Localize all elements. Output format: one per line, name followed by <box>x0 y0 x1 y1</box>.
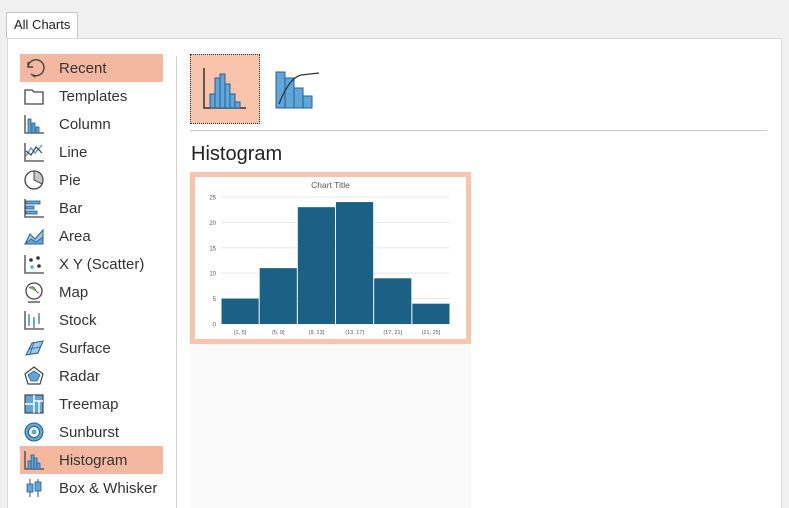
x-tick-label: (9, 13] <box>309 330 325 336</box>
chart-type-list: Recent Templates Column Line Pie Bar Area X Y (… <box>20 54 163 502</box>
sidebar-item-box-whisker[interactable]: Box & Whisker <box>20 474 163 502</box>
sidebar-item-surface[interactable]: Surface <box>20 334 163 362</box>
y-tick-label: 0 <box>213 323 217 329</box>
sidebar-item-bar[interactable]: Bar <box>20 194 163 222</box>
area-chart-icon <box>23 225 45 247</box>
sidebar-item-label: Radar <box>59 367 100 385</box>
column-chart-icon <box>23 113 45 135</box>
surface-chart-icon <box>23 337 45 359</box>
sidebar-item-area[interactable]: Area <box>20 222 163 250</box>
sidebar-item-label: Histogram <box>59 451 128 469</box>
stock-chart-icon <box>23 309 45 331</box>
tab-all-charts[interactable]: All Charts <box>6 12 79 38</box>
sidebar-item-label: Templates <box>59 87 128 105</box>
x-tick-label: (5, 9] <box>272 330 285 336</box>
bar-chart-icon <box>23 197 45 219</box>
horizontal-divider <box>190 130 767 131</box>
sidebar-item-label: Treemap <box>59 395 119 413</box>
recent-icon <box>23 57 45 79</box>
sidebar-item-map[interactable]: Map <box>20 278 163 306</box>
sidebar-item-label: Box & Whisker <box>59 479 158 497</box>
scatter-chart-icon <box>23 253 45 275</box>
chart-type-heading: Histogram <box>191 143 283 165</box>
sidebar-item-stock[interactable]: Stock <box>20 306 163 334</box>
sidebar-item-label: Pie <box>59 171 81 189</box>
sidebar-item-sunburst[interactable]: Sunburst <box>20 418 163 446</box>
radar-chart-icon <box>23 365 45 387</box>
chart-preview[interactable]: Chart Title 0 5 10 15 20 25 [1, 5] (5, 9] (9, 13]… <box>190 172 471 344</box>
sidebar-item-label: Bar <box>59 199 83 217</box>
sidebar-item-treemap[interactable]: Treemap <box>20 390 163 418</box>
chart-title: Chart Title <box>311 180 350 190</box>
y-tick-label: 25 <box>209 196 216 202</box>
sidebar-item-label: Line <box>59 143 88 161</box>
sidebar-item-histogram[interactable]: Histogram <box>20 446 163 474</box>
pie-chart-icon <box>23 169 45 191</box>
sidebar-item-label: Stock <box>59 311 97 329</box>
sidebar-item-label: Column <box>59 115 111 133</box>
x-tick-label: (17, 21] <box>383 330 402 336</box>
histogram-bar <box>221 298 259 324</box>
histogram-preview-chart: Chart Title 0 5 10 15 20 25 [1, 5] (5, 9] (9, 13]… <box>209 180 450 336</box>
sidebar-item-label: Sunburst <box>59 423 120 441</box>
y-tick-label: 15 <box>209 246 216 252</box>
x-tick-label: (21, 25] <box>422 330 441 336</box>
y-tick-label: 5 <box>213 297 217 303</box>
sidebar-item-label: Map <box>59 283 89 301</box>
subtype-pareto[interactable] <box>261 54 331 124</box>
sidebar-item-x-y-scatter[interactable]: X Y (Scatter) <box>20 250 163 278</box>
x-tick-label: [1, 5] <box>234 330 247 336</box>
sidebar-item-line[interactable]: Line <box>20 138 163 166</box>
treemap-chart-icon <box>23 393 45 415</box>
sidebar-item-label: X Y (Scatter) <box>59 255 145 273</box>
y-tick-label: 20 <box>209 221 216 227</box>
sidebar-item-radar[interactable]: Radar <box>20 362 163 390</box>
sidebar-item-label: Surface <box>59 339 111 357</box>
histogram-bar <box>297 207 335 324</box>
histogram-chart-icon <box>23 449 45 471</box>
vertical-divider <box>176 56 177 508</box>
line-chart-icon <box>23 141 45 163</box>
histogram-bar <box>259 268 297 324</box>
histogram-bar <box>336 202 374 324</box>
sidebar-item-label: Area <box>59 227 91 245</box>
sidebar-item-pie[interactable]: Pie <box>20 166 163 194</box>
sidebar-item-column[interactable]: Column <box>20 110 163 138</box>
histogram-bar <box>374 278 412 324</box>
map-chart-icon <box>23 281 45 303</box>
sidebar-item-recent[interactable]: Recent <box>20 54 163 82</box>
histogram-subtype-icon <box>203 68 246 109</box>
sidebar-item-templates[interactable]: Templates <box>20 82 163 110</box>
sunburst-chart-icon <box>23 421 45 443</box>
sidebar-item-label: Recent <box>59 59 107 77</box>
subtype-histogram[interactable] <box>190 54 260 124</box>
pareto-subtype-icon <box>275 71 320 109</box>
histogram-bar <box>412 303 450 324</box>
y-tick-label: 10 <box>209 272 216 278</box>
box-whisker-chart-icon <box>23 477 45 499</box>
x-tick-label: (13, 17] <box>345 330 364 336</box>
templates-icon <box>23 85 45 107</box>
